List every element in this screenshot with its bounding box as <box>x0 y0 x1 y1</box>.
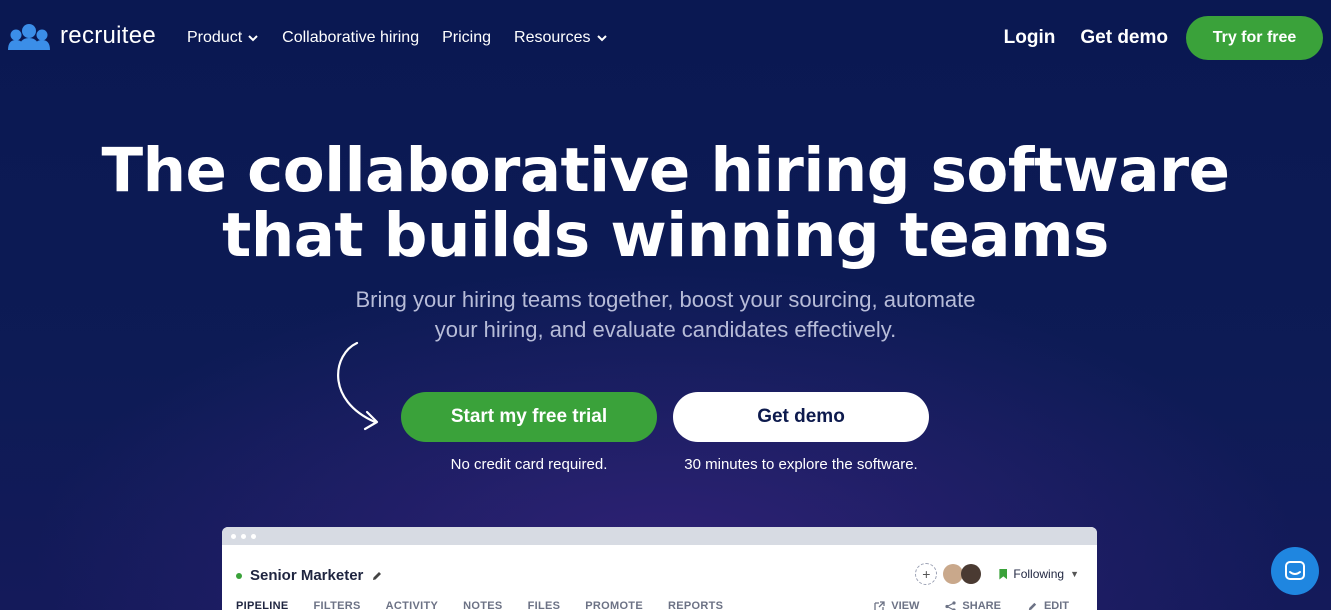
hero-subtitle-line2: your hiring, and evaluate candidates eff… <box>434 317 897 342</box>
tab-pipeline[interactable]: PIPELINE <box>236 600 289 610</box>
menu-item-resources[interactable]: Resources <box>514 29 607 47</box>
start-free-trial-button[interactable]: Start my free trial <box>401 392 657 442</box>
job-actions: VIEW SHARE EDIT <box>874 600 1069 610</box>
following-dropdown[interactable]: Following ▼ <box>999 567 1079 581</box>
hero-subtitle-line1: Bring your hiring teams together, boost … <box>355 287 976 312</box>
tab-activity[interactable]: ACTIVITY <box>386 600 439 610</box>
window-dot <box>251 533 256 539</box>
menu-item-label: Collaborative hiring <box>282 29 420 46</box>
share-icon <box>945 600 957 610</box>
edit-label: EDIT <box>1043 600 1069 610</box>
chevron-down-icon <box>596 35 607 42</box>
chat-launcher-button[interactable] <box>1271 547 1319 595</box>
hero-title: The collaborative hiring software that b… <box>0 138 1331 268</box>
tab-promote[interactable]: PROMOTE <box>585 600 643 610</box>
chat-icon <box>1285 561 1305 580</box>
edit-action[interactable]: EDIT <box>1027 600 1069 610</box>
menu-item-pricing[interactable]: Pricing <box>442 29 491 47</box>
menu-item-label: Resources <box>514 29 591 46</box>
job-title: Senior Marketer <box>250 567 364 584</box>
tab-filters[interactable]: FILTERS <box>314 600 361 610</box>
avatar <box>943 564 964 584</box>
job-header: Senior Marketer <box>236 567 383 584</box>
share-action[interactable]: SHARE <box>945 600 1001 610</box>
main-menu: Product Collaborative hiring Pricing Res… <box>187 29 631 47</box>
login-link[interactable]: Login <box>1004 27 1056 49</box>
window-dot <box>231 533 236 539</box>
menu-item-collaborative-hiring[interactable]: Collaborative hiring <box>282 29 419 47</box>
status-dot <box>236 572 242 579</box>
tab-reports[interactable]: REPORTS <box>668 600 723 610</box>
no-credit-card-note: No credit card required. <box>450 456 608 473</box>
menu-item-product[interactable]: Product <box>187 29 259 47</box>
brand-name: recruitee <box>60 22 157 49</box>
logo-people-icon <box>8 24 50 50</box>
demo-duration-note: 30 minutes to explore the software. <box>684 456 918 473</box>
menu-item-label: Product <box>187 29 243 46</box>
chevron-down-icon: ▼ <box>1070 569 1079 579</box>
get-demo-link[interactable]: Get demo <box>1080 27 1168 49</box>
nav-actions: Login Get demo Try for free <box>1004 16 1323 60</box>
share-label: SHARE <box>962 600 1001 610</box>
following-label: Following <box>1013 567 1065 581</box>
window-dot <box>241 533 246 539</box>
top-navigation: recruitee Product Collaborative hiring P… <box>0 0 1331 78</box>
view-action[interactable]: VIEW <box>874 600 919 610</box>
avatar <box>961 564 982 584</box>
plus-icon[interactable]: + <box>915 563 938 585</box>
curved-arrow-icon <box>337 341 379 431</box>
tab-notes[interactable]: NOTES <box>463 600 502 610</box>
menu-item-label: Pricing <box>442 29 492 46</box>
pencil-icon <box>1028 602 1037 610</box>
window-titlebar <box>222 527 1097 545</box>
hero-title-line1: The collaborative hiring software <box>101 135 1231 206</box>
external-link-icon <box>874 600 885 610</box>
view-label: VIEW <box>891 600 920 610</box>
get-demo-button[interactable]: Get demo <box>673 392 929 442</box>
job-header-right: + Following ▼ <box>915 563 1079 585</box>
app-preview-window: Senior Marketer + Following ▼ PIPELINE F… <box>222 527 1097 610</box>
hero-subtitle: Bring your hiring teams together, boost … <box>0 285 1331 345</box>
job-tabs: PIPELINE FILTERS ACTIVITY NOTES FILES PR… <box>236 600 723 610</box>
pencil-icon[interactable] <box>371 570 383 582</box>
try-for-free-button[interactable]: Try for free <box>1186 16 1323 60</box>
hero-title-line2: that builds winning teams <box>222 200 1109 271</box>
brand-logo[interactable]: recruitee <box>6 22 156 50</box>
chevron-down-icon <box>248 35 258 42</box>
bookmark-icon <box>999 568 1008 580</box>
tab-files[interactable]: FILES <box>528 600 561 610</box>
